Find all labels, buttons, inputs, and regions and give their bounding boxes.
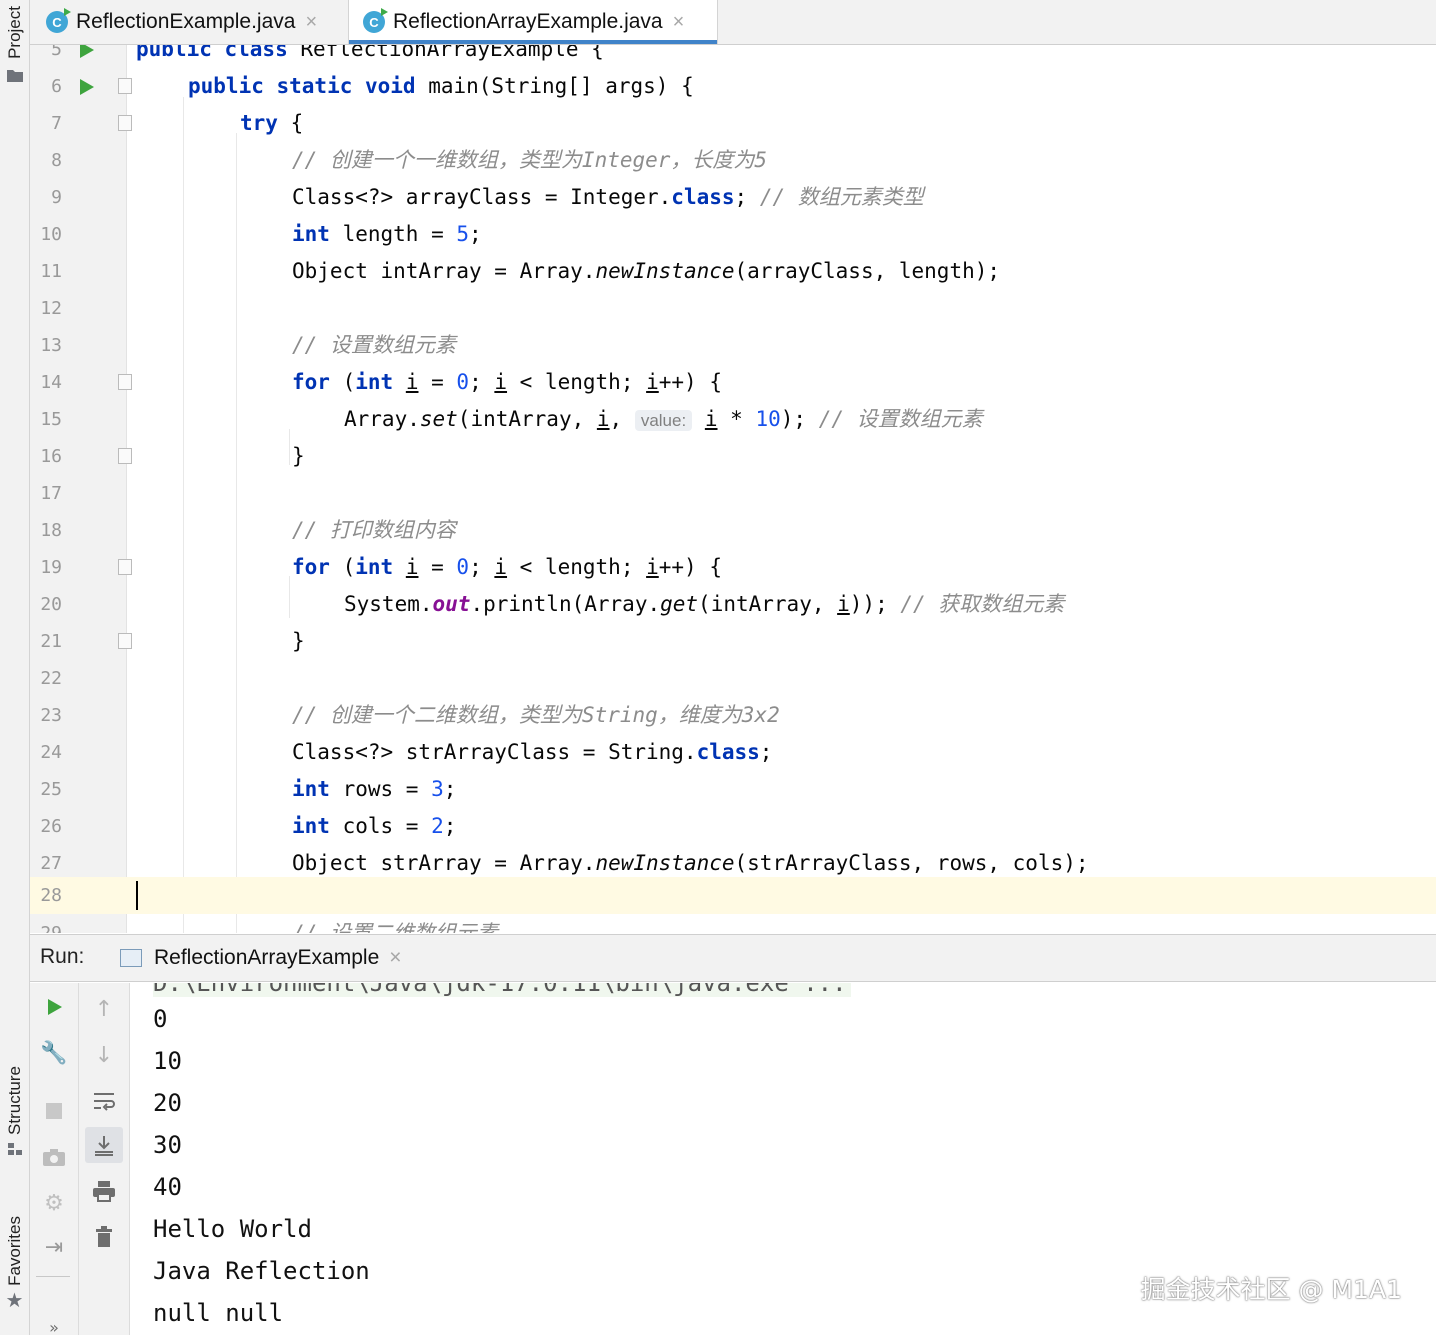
run-config-label: ReflectionArrayExample xyxy=(154,946,380,969)
output-line: 0 xyxy=(153,1005,168,1033)
output-line: 30 xyxy=(153,1131,182,1159)
watermark: 掘金技术社区 @ M1A1 xyxy=(1140,1275,1402,1304)
run-panel-header: Run: ReflectionArrayExample × xyxy=(30,934,1436,982)
tab-label: ReflectionExample.java xyxy=(76,10,296,33)
soft-wrap-icon[interactable] xyxy=(90,1087,118,1115)
code-line[interactable]: 8 // 创建一个一维数组，类型为Integer，长度为5 xyxy=(30,142,1436,179)
output-line: 20 xyxy=(153,1089,182,1117)
arrow-down-icon[interactable]: ↓ xyxy=(90,1041,118,1069)
project-tool-tab[interactable]: Project xyxy=(0,6,29,83)
run-label: Run: xyxy=(40,945,85,968)
text-caret xyxy=(136,881,138,910)
code-line[interactable]: 15 Array.set(intArray, i, value: i * 10)… xyxy=(30,401,1436,438)
fold-icon[interactable] xyxy=(118,115,132,131)
command-line: D:\Environment\Java\jdk-17.0.11\bin\java… xyxy=(153,983,851,997)
more-icon[interactable]: » xyxy=(40,1313,68,1341)
settings-gear-icon[interactable]: ⚙ xyxy=(40,1189,68,1217)
fold-icon[interactable] xyxy=(118,374,132,390)
java-class-icon: C xyxy=(363,8,388,33)
code-line[interactable]: 10 int length = 5; xyxy=(30,216,1436,253)
wrench-icon[interactable]: 🔧 xyxy=(40,1039,68,1067)
left-tool-stripe: Project Structure Favorites ★ xyxy=(0,0,30,1335)
output-line: 40 xyxy=(153,1173,182,1201)
fold-icon[interactable] xyxy=(118,633,132,649)
rerun-icon[interactable] xyxy=(40,993,68,1021)
code-line[interactable]: 24 Class<?> strArrayClass = String.class… xyxy=(30,734,1436,771)
tab-label: ReflectionArrayExample.java xyxy=(393,10,663,33)
exit-icon[interactable]: ⇥ xyxy=(40,1233,68,1261)
editor-tab-bar: C ReflectionExample.java × C ReflectionA… xyxy=(30,0,1436,45)
camera-icon[interactable] xyxy=(40,1143,68,1171)
tab-reflection-array-example[interactable]: C ReflectionArrayExample.java × xyxy=(348,0,718,44)
favorites-tool-tab[interactable]: Favorites ★ xyxy=(0,1216,29,1312)
run-toolbar-primary: 🔧 ⚙ ⇥ » xyxy=(30,983,79,1337)
fold-icon[interactable] xyxy=(118,559,132,575)
run-class-icon[interactable] xyxy=(80,45,94,58)
parameter-hint: value: xyxy=(634,410,693,431)
structure-tool-tab[interactable]: Structure xyxy=(0,1066,29,1157)
code-line[interactable]: 16 } xyxy=(30,438,1436,475)
code-line[interactable]: 25 int rows = 3; xyxy=(30,771,1436,808)
code-line[interactable]: 14 for (int i = 0; i < length; i++) { xyxy=(30,364,1436,401)
print-icon[interactable] xyxy=(90,1177,118,1205)
stop-icon[interactable] xyxy=(40,1097,68,1125)
code-line[interactable]: 7 try { xyxy=(30,105,1436,142)
close-icon[interactable]: × xyxy=(389,946,401,970)
arrow-up-icon[interactable]: ↑ xyxy=(90,995,118,1023)
output-line: Java Reflection xyxy=(153,1257,370,1285)
structure-icon xyxy=(7,1142,22,1155)
code-line[interactable]: 23 // 创建一个二维数组，类型为String，维度为3x2 xyxy=(30,697,1436,734)
code-line[interactable]: 26 int cols = 2; xyxy=(30,808,1436,845)
code-editor[interactable]: 5 public class ReflectionArrayExample { … xyxy=(30,45,1436,933)
star-icon: ★ xyxy=(5,1287,24,1312)
code-line[interactable]: 29 // 设置二维数组元素 xyxy=(30,915,1436,933)
code-line[interactable]: 6 public static void main(String[] args)… xyxy=(30,68,1436,105)
fold-icon[interactable] xyxy=(118,448,132,464)
trash-icon[interactable] xyxy=(90,1223,118,1251)
code-line[interactable]: 19 for (int i = 0; i < length; i++) { xyxy=(30,549,1436,586)
code-line[interactable]: 5 public class ReflectionArrayExample { xyxy=(30,45,1436,68)
code-line[interactable]: 9 Class<?> arrayClass = Integer.class; /… xyxy=(30,179,1436,216)
code-line[interactable]: 20 System.out.println(Array.get(intArray… xyxy=(30,586,1436,623)
code-line[interactable]: 21 } xyxy=(30,623,1436,660)
current-code-line[interactable]: 28 xyxy=(30,877,1436,914)
scroll-to-end-icon[interactable] xyxy=(85,1127,123,1163)
run-config-tab[interactable]: ReflectionArrayExample × xyxy=(120,935,402,981)
output-line: Hello World xyxy=(153,1215,312,1243)
code-line[interactable]: 13 // 设置数组元素 xyxy=(30,327,1436,364)
code-line[interactable]: 12 xyxy=(30,290,1436,327)
close-icon[interactable]: × xyxy=(673,11,685,34)
code-line[interactable]: 22 xyxy=(30,660,1436,697)
favorites-tab-label: Favorites xyxy=(4,1216,24,1286)
run-main-icon[interactable] xyxy=(80,79,94,95)
code-line[interactable]: 11 Object intArray = Array.newInstance(a… xyxy=(30,253,1436,290)
code-line[interactable]: 17 xyxy=(30,475,1436,512)
tab-reflection-example[interactable]: C ReflectionExample.java × xyxy=(46,0,346,44)
code-line[interactable]: 18 // 打印数组内容 xyxy=(30,512,1436,549)
output-line: 10 xyxy=(153,1047,182,1075)
project-tab-label: Project xyxy=(4,6,24,59)
folder-icon xyxy=(6,69,23,82)
run-toolbar-secondary: ↑ ↓ xyxy=(79,983,130,1335)
structure-tab-label: Structure xyxy=(4,1066,24,1135)
close-icon[interactable]: × xyxy=(305,11,317,34)
console-icon xyxy=(120,949,142,967)
java-class-icon: C xyxy=(46,8,71,33)
output-line: null null xyxy=(153,1299,284,1327)
fold-icon[interactable] xyxy=(118,78,132,94)
